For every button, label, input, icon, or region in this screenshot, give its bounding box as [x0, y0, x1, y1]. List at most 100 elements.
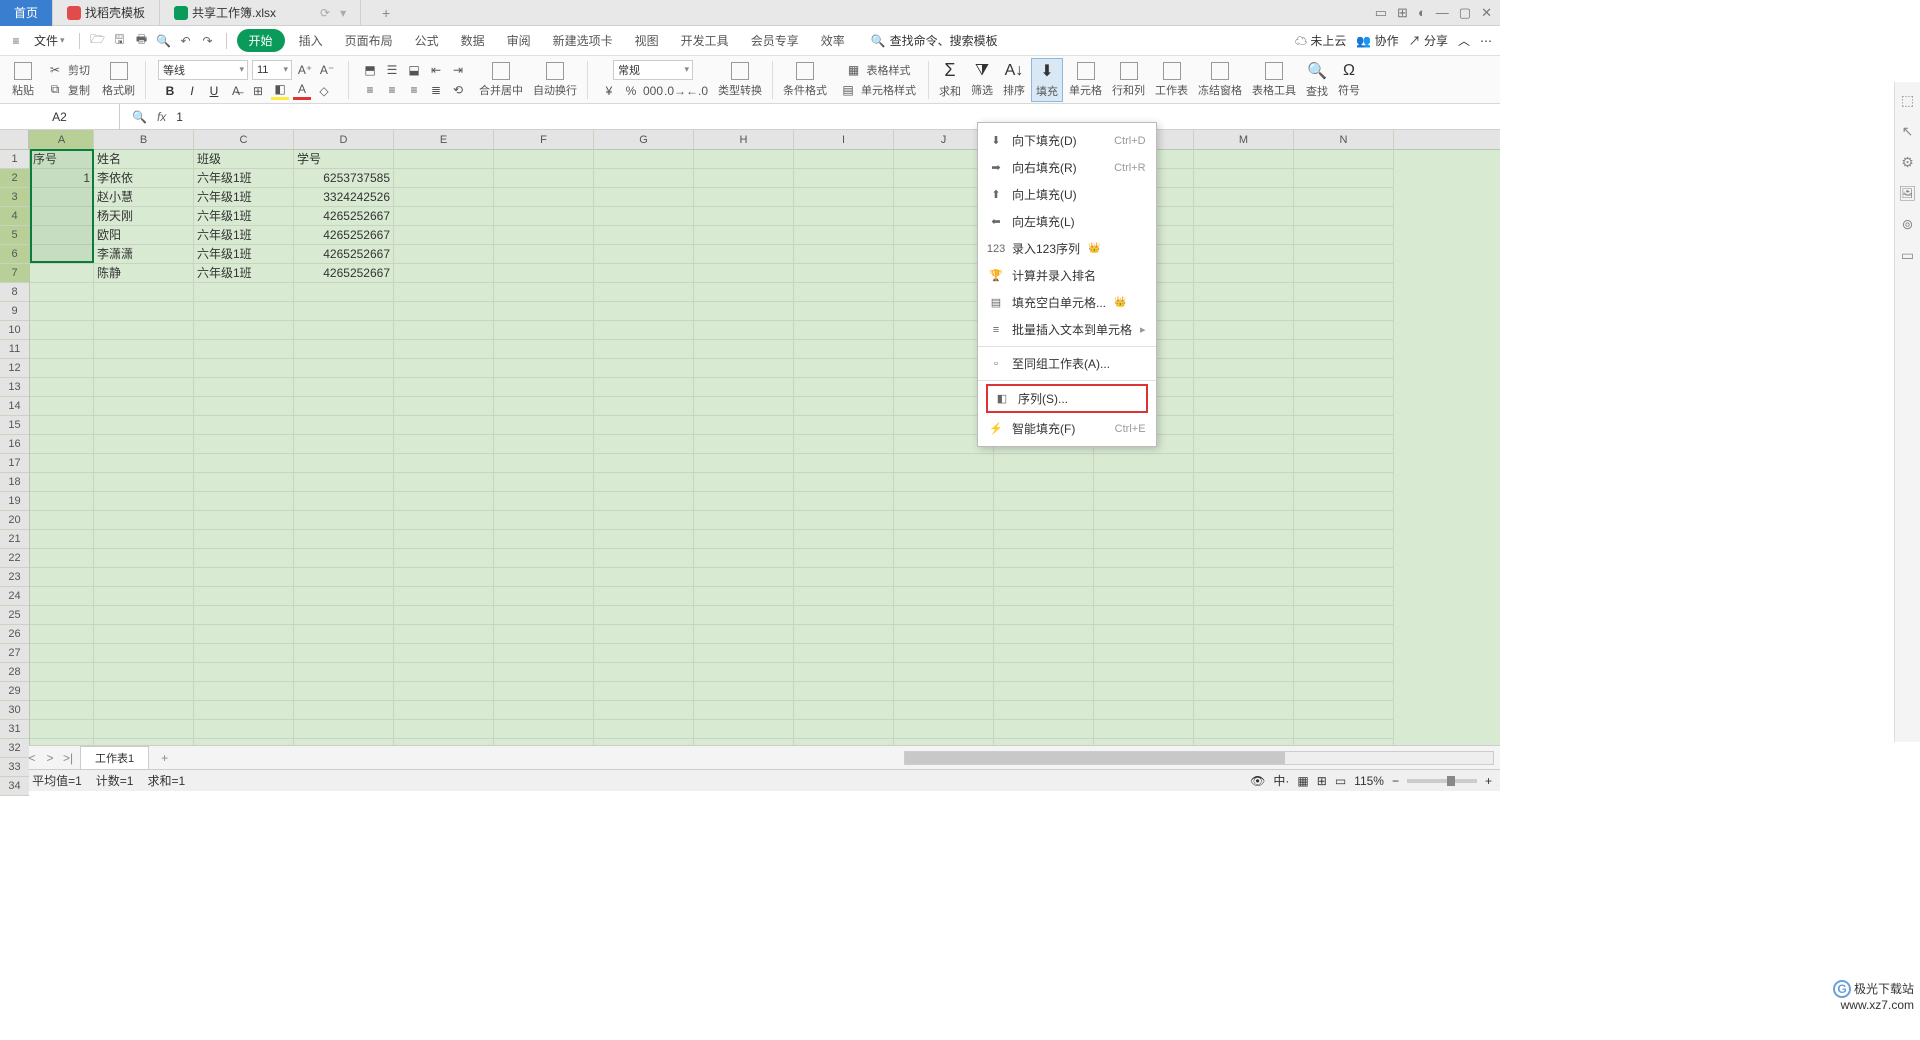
view-chinese-icon[interactable]: 中· — [1273, 772, 1289, 789]
tab-vip[interactable]: 会员专享 — [743, 29, 807, 52]
fill-menu-item-9[interactable]: ◧序列(S)... — [986, 384, 1148, 413]
cell[interactable] — [194, 283, 294, 302]
cell[interactable] — [994, 549, 1094, 568]
cell[interactable]: 4265252667 — [294, 207, 394, 226]
row-header-31[interactable]: 31 — [0, 720, 29, 739]
cell[interactable] — [1294, 720, 1394, 739]
cell[interactable] — [494, 302, 594, 321]
cell[interactable] — [994, 720, 1094, 739]
cell[interactable] — [94, 720, 194, 739]
cell[interactable] — [30, 663, 94, 682]
cell[interactable] — [594, 264, 694, 283]
cell[interactable] — [294, 682, 394, 701]
row-header-23[interactable]: 23 — [0, 568, 29, 587]
cell[interactable] — [994, 663, 1094, 682]
cell[interactable] — [394, 720, 494, 739]
filter-button[interactable]: ⧩筛选 — [967, 58, 997, 102]
cell[interactable] — [594, 207, 694, 226]
dec-dec-icon[interactable]: ←.0 — [688, 82, 706, 100]
tab-efficiency[interactable]: 效率 — [813, 29, 853, 52]
cell[interactable] — [94, 625, 194, 644]
cell[interactable] — [394, 245, 494, 264]
select-all-corner[interactable] — [0, 130, 29, 150]
cell[interactable] — [1294, 264, 1394, 283]
font-decrease-icon[interactable]: A⁻ — [318, 61, 336, 79]
cell[interactable] — [30, 283, 94, 302]
cell[interactable] — [294, 606, 394, 625]
row-header-29[interactable]: 29 — [0, 682, 29, 701]
cell[interactable] — [594, 245, 694, 264]
sheet-tab-1[interactable]: 工作表1 — [80, 746, 149, 769]
fill-color-icon[interactable]: ◧ — [271, 82, 289, 100]
cell-button[interactable]: 单元格 — [1065, 58, 1106, 102]
fill-menu-item-0[interactable]: ⬇向下填充(D)Ctrl+D — [978, 127, 1156, 154]
cell[interactable] — [1094, 473, 1194, 492]
cell[interactable] — [994, 568, 1094, 587]
cell[interactable] — [694, 226, 794, 245]
cell[interactable] — [1094, 549, 1194, 568]
cell[interactable] — [594, 435, 694, 454]
cell[interactable] — [30, 397, 94, 416]
cell[interactable] — [30, 511, 94, 530]
cell[interactable] — [594, 663, 694, 682]
fill-menu-item-6[interactable]: ▤填充空白单元格...👑 — [978, 289, 1156, 316]
cell[interactable] — [394, 549, 494, 568]
cell[interactable] — [894, 511, 994, 530]
cell[interactable] — [394, 359, 494, 378]
cell[interactable] — [694, 606, 794, 625]
cell[interactable] — [594, 644, 694, 663]
cell[interactable]: 六年级1班 — [194, 226, 294, 245]
cell[interactable] — [1094, 606, 1194, 625]
cell[interactable] — [894, 701, 994, 720]
cell[interactable] — [1194, 625, 1294, 644]
cell[interactable] — [494, 530, 594, 549]
cell[interactable] — [30, 720, 94, 739]
side-setting-icon[interactable]: ⚙ — [1901, 154, 1914, 171]
cell[interactable] — [1194, 264, 1294, 283]
cell[interactable]: 学号 — [294, 150, 394, 169]
cell[interactable] — [494, 264, 594, 283]
cell[interactable] — [894, 720, 994, 739]
cell[interactable] — [794, 150, 894, 169]
cell[interactable] — [194, 321, 294, 340]
cell[interactable] — [1294, 283, 1394, 302]
row-header-18[interactable]: 18 — [0, 473, 29, 492]
cell[interactable] — [694, 720, 794, 739]
col-header-G[interactable]: G — [594, 130, 694, 149]
cell[interactable] — [1094, 644, 1194, 663]
cell[interactable] — [1194, 397, 1294, 416]
cell[interactable] — [494, 625, 594, 644]
cell[interactable] — [394, 739, 494, 745]
cell[interactable] — [194, 625, 294, 644]
cell[interactable] — [694, 321, 794, 340]
cell[interactable] — [794, 682, 894, 701]
maximize-icon[interactable]: ▢ — [1459, 5, 1471, 21]
cell[interactable] — [30, 739, 94, 745]
sheet-last-icon[interactable]: >| — [60, 751, 76, 765]
cell[interactable] — [994, 625, 1094, 644]
minimize-icon[interactable]: — — [1436, 5, 1449, 20]
cell[interactable] — [794, 416, 894, 435]
cell[interactable]: 3324242526 — [294, 188, 394, 207]
cell[interactable] — [394, 321, 494, 340]
cell[interactable] — [794, 549, 894, 568]
cell[interactable] — [594, 454, 694, 473]
row-header-12[interactable]: 12 — [0, 359, 29, 378]
font-increase-icon[interactable]: A⁺ — [296, 61, 314, 79]
avatar-icon[interactable]: ◐ — [1418, 5, 1426, 20]
cell[interactable] — [494, 682, 594, 701]
cell[interactable] — [94, 283, 194, 302]
cell[interactable] — [1294, 188, 1394, 207]
rowcol-button[interactable]: 行和列 — [1108, 58, 1149, 102]
cell[interactable] — [694, 701, 794, 720]
cell[interactable] — [1294, 682, 1394, 701]
command-search[interactable]: 🔍 查找命令、搜索模板 — [871, 32, 998, 49]
cell[interactable] — [294, 283, 394, 302]
cell[interactable] — [394, 340, 494, 359]
cell[interactable] — [694, 169, 794, 188]
cell[interactable] — [94, 435, 194, 454]
cell[interactable] — [1294, 625, 1394, 644]
row-header-24[interactable]: 24 — [0, 587, 29, 606]
row-header-1[interactable]: 1 — [0, 150, 29, 169]
cell[interactable] — [494, 188, 594, 207]
